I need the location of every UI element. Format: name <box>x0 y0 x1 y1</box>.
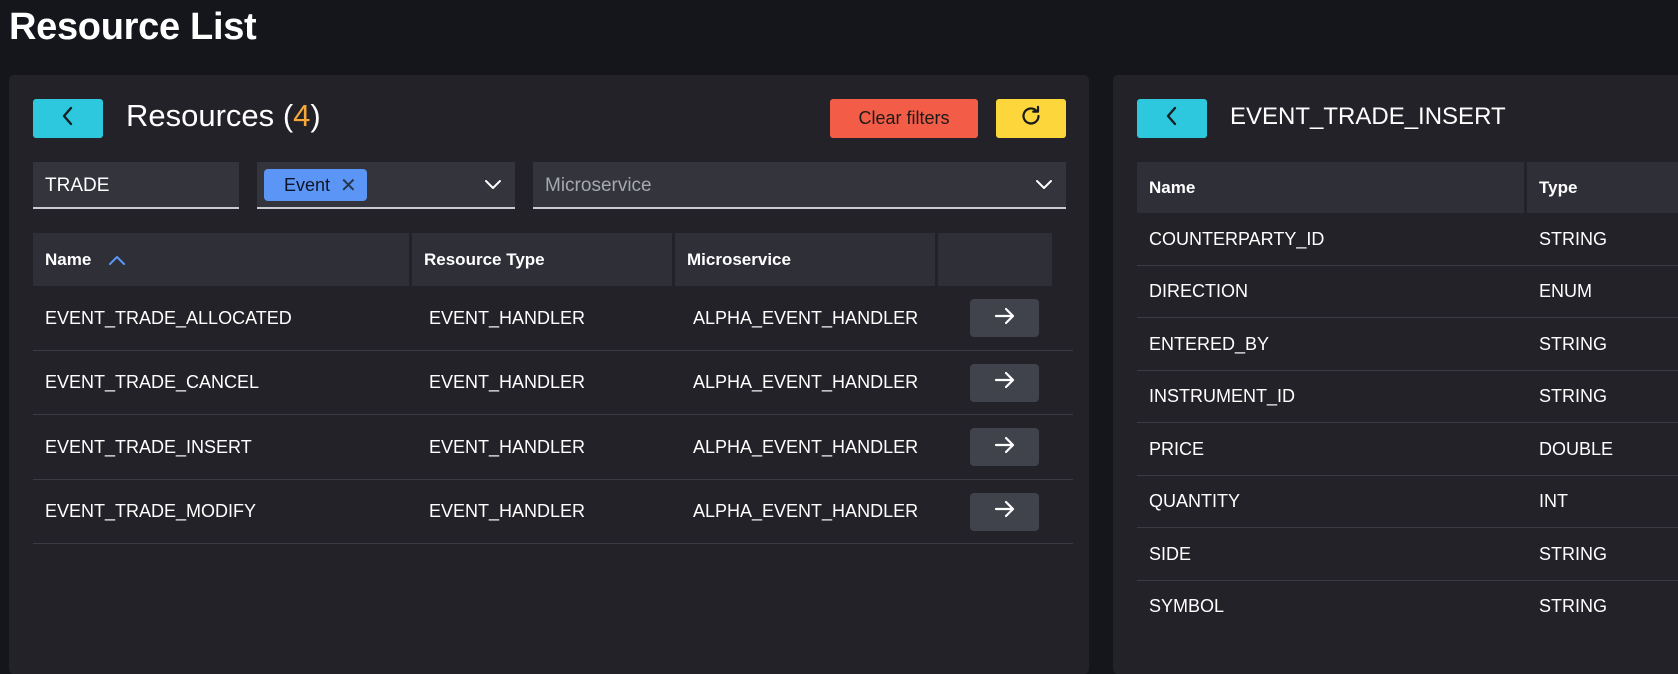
column-header-microservice[interactable]: Microservice <box>675 233 935 286</box>
type-filter-chip: Event ✕ <box>264 169 367 201</box>
chevron-left-icon <box>1164 105 1180 132</box>
microservice-select[interactable]: Microservice <box>533 162 1066 209</box>
column-header-name-label: Name <box>1149 177 1196 197</box>
table-row[interactable]: INSTRUMENT_ID STRING <box>1137 371 1678 423</box>
cell-field-name: ENTERED_BY <box>1149 333 1270 354</box>
cell-name: EVENT_TRADE_ALLOCATED <box>45 307 292 328</box>
table-row[interactable]: SYMBOL STRING <box>1137 581 1678 634</box>
cell-field-type: STRING <box>1539 386 1608 406</box>
cell-microservice: ALPHA_EVENT_HANDLER <box>693 436 919 457</box>
column-header-microservice-label: Microservice <box>687 249 791 269</box>
cell-field-type: STRING <box>1539 333 1608 354</box>
table-row[interactable]: EVENT_TRADE_ALLOCATED EVENT_HANDLER ALPH… <box>33 286 1073 351</box>
table-row[interactable]: EVENT_TRADE_CANCEL EVENT_HANDLER ALPHA_E… <box>33 351 1073 415</box>
cell-field-type: DOUBLE <box>1539 438 1614 459</box>
column-header-type[interactable]: Type <box>1527 162 1678 213</box>
open-resource-button[interactable] <box>970 363 1039 402</box>
cell-microservice: ALPHA_EVENT_HANDLER <box>693 307 919 328</box>
cell-field-type: STRING <box>1539 596 1608 616</box>
table-header: Name Type <box>1137 162 1678 213</box>
cell-field-name: PRICE <box>1149 438 1205 459</box>
search-input[interactable]: TRADE <box>33 162 239 209</box>
resource-type-select[interactable]: Event ✕ <box>257 162 515 209</box>
cell-resource-type: EVENT_HANDLER <box>429 307 586 328</box>
cell-field-name: SIDE <box>1149 543 1192 564</box>
cell-field-name: DIRECTION <box>1149 281 1248 301</box>
chevron-down-icon[interactable] <box>1034 174 1054 199</box>
resources-title-label: Resources <box>126 98 275 133</box>
table-row[interactable]: EVENT_TRADE_MODIFY EVENT_HANDLER ALPHA_E… <box>33 480 1073 544</box>
count-open: ( <box>282 98 294 133</box>
table-row[interactable]: DIRECTION ENUM <box>1137 266 1678 318</box>
table-header: Name Resource Type Microservice <box>33 233 1073 286</box>
cell-field-name: QUANTITY <box>1149 491 1241 511</box>
type-filter-chip-label: Event <box>284 174 331 195</box>
page-title: Resource List <box>9 6 257 48</box>
fields-table: Name Type COUNTERPARTY_ID STRING DIRECTI… <box>1137 162 1678 633</box>
clear-filters-button[interactable]: Clear filters <box>830 99 978 138</box>
table-row[interactable]: QUANTITY INT <box>1137 476 1678 528</box>
open-resource-button[interactable] <box>970 492 1039 531</box>
resource-detail-panel: EVENT_TRADE_INSERT Name Type COUNTERPART… <box>1113 75 1678 674</box>
cell-resource-type: EVENT_HANDLER <box>429 372 586 392</box>
cell-resource-type: EVENT_HANDLER <box>429 436 586 457</box>
table-row[interactable]: PRICE DOUBLE <box>1137 423 1678 476</box>
refresh-icon <box>1019 104 1043 133</box>
column-header-resource-type[interactable]: Resource Type <box>412 233 672 286</box>
search-input-value: TRADE <box>45 175 110 196</box>
clear-filters-label: Clear filters <box>858 108 950 128</box>
count-close: ) <box>310 98 321 133</box>
chevron-down-icon[interactable] <box>483 174 503 199</box>
column-header-name-label: Name <box>45 249 92 269</box>
sort-ascending-icon[interactable] <box>107 253 127 267</box>
refresh-button[interactable] <box>996 99 1066 138</box>
table-row[interactable]: ENTERED_BY STRING <box>1137 318 1678 371</box>
arrow-right-icon <box>994 307 1016 330</box>
cell-field-type: STRING <box>1539 228 1608 249</box>
cell-field-type: STRING <box>1539 543 1608 564</box>
cell-name: EVENT_TRADE_CANCEL <box>45 372 260 392</box>
open-resource-button[interactable] <box>970 299 1039 337</box>
column-header-actions <box>938 233 1052 286</box>
cell-field-name: SYMBOL <box>1149 596 1225 616</box>
back-button[interactable] <box>33 99 103 138</box>
detail-title: EVENT_TRADE_INSERT <box>1230 103 1506 130</box>
cell-microservice: ALPHA_EVENT_HANDLER <box>693 372 919 392</box>
resources-panel: Resources (4) Clear filters TRADE Event … <box>9 75 1089 674</box>
table-row[interactable]: SIDE STRING <box>1137 528 1678 581</box>
column-header-resource-type-label: Resource Type <box>424 249 545 269</box>
cell-microservice: ALPHA_EVENT_HANDLER <box>693 501 919 521</box>
column-header-name[interactable]: Name <box>33 233 409 286</box>
cell-name: EVENT_TRADE_INSERT <box>45 436 252 457</box>
arrow-right-icon <box>994 436 1016 459</box>
resources-table: Name Resource Type Microservice EVENT_TR… <box>33 233 1073 544</box>
cell-name: EVENT_TRADE_MODIFY <box>45 501 257 521</box>
table-row[interactable]: COUNTERPARTY_ID STRING <box>1137 213 1678 266</box>
detail-back-button[interactable] <box>1137 99 1207 138</box>
column-header-type-label: Type <box>1539 177 1578 197</box>
close-icon[interactable]: ✕ <box>340 173 357 198</box>
cell-field-name: INSTRUMENT_ID <box>1149 386 1296 406</box>
cell-resource-type: EVENT_HANDLER <box>429 501 586 521</box>
chevron-left-icon <box>60 105 76 132</box>
cell-field-type: INT <box>1539 491 1568 511</box>
arrow-right-icon <box>994 500 1016 523</box>
column-header-name[interactable]: Name <box>1137 162 1524 213</box>
open-resource-button[interactable] <box>970 428 1039 466</box>
resources-title: Resources (4) <box>126 98 321 134</box>
cell-field-type: ENUM <box>1539 281 1592 301</box>
cell-field-name: COUNTERPARTY_ID <box>1149 228 1325 249</box>
microservice-placeholder: Microservice <box>545 175 652 196</box>
arrow-right-icon <box>994 371 1016 394</box>
table-row[interactable]: EVENT_TRADE_INSERT EVENT_HANDLER ALPHA_E… <box>33 415 1073 480</box>
resource-count: 4 <box>293 98 311 133</box>
